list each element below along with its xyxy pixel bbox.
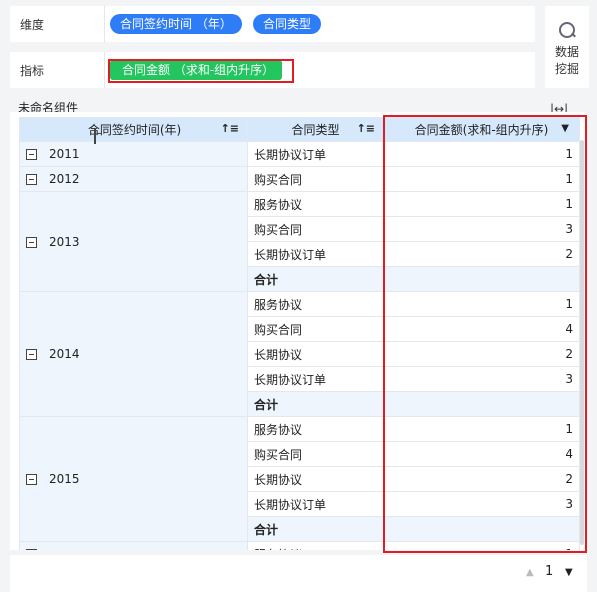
dimension-divider [104, 6, 105, 42]
dimension-pane: 维度 合同签约时间 （年） 合同类型 [10, 6, 535, 42]
contract-type-cell: 服务协议 [247, 541, 384, 550]
year-cell[interactable] [19, 541, 248, 550]
indicator-divider [104, 52, 105, 88]
data-mining-label: 数据挖掘 [545, 44, 589, 78]
page-down-icon[interactable]: ▼ [565, 567, 573, 578]
contract-type-cell: 长期协议订单 [247, 491, 384, 517]
subtotal-label: 合计 [247, 516, 384, 542]
collapse-icon[interactable] [26, 349, 37, 360]
contract-type-cell: 购买合同 [247, 216, 384, 242]
year-cell[interactable]: 2015 [19, 416, 248, 542]
indicator-label: 指标 [20, 64, 45, 78]
amount-column-highlight-box [383, 115, 587, 553]
contract-type-cell: 长期协议订单 [247, 141, 384, 167]
year-label: 2015 [49, 472, 80, 486]
year-label: 2013 [49, 234, 80, 249]
contract-type-cell: 购买合同 [247, 441, 384, 467]
data-mining-button[interactable]: 数据挖掘 [545, 6, 589, 88]
year-label: 2014 [49, 347, 80, 361]
data-mining-label-text: 数据挖掘 [554, 45, 579, 76]
subtotal-label: 合计 [247, 266, 384, 292]
subtotal-label: 合计 [247, 391, 384, 417]
dimension-pill-type[interactable]: 合同类型 [253, 14, 322, 34]
year-cell[interactable]: 2011 [19, 141, 248, 167]
year-label: 2012 [49, 172, 80, 186]
header-year-label: 合同签约时间(年) [87, 123, 182, 137]
header-year[interactable]: 合同签约时间(年) ↑≡ [19, 117, 248, 144]
sort-icon[interactable]: ↑≡ [221, 122, 239, 135]
data-mining-icon [559, 22, 575, 38]
contract-type-cell: 服务协议 [247, 191, 384, 217]
page-up-icon[interactable]: ▲ [526, 567, 534, 578]
header-type-label: 合同类型 [291, 123, 340, 137]
indicator-highlight-box [108, 59, 294, 83]
year-label: 2011 [49, 147, 80, 161]
contract-type-cell: 服务协议 [247, 416, 384, 442]
contract-type-cell: 长期协议 [247, 466, 384, 492]
contract-type-cell: 长期协议 [247, 341, 384, 367]
year-cell[interactable]: 2012 [19, 166, 248, 192]
contract-type-cell: 长期协议订单 [247, 241, 384, 267]
contract-type-cell: 长期协议订单 [247, 366, 384, 392]
year-cell[interactable]: 2014 [19, 291, 248, 417]
pagination-bar: ▲ 1 ▼ [10, 555, 587, 592]
collapse-all-icon[interactable] [93, 128, 96, 144]
contract-type-cell: 服务协议 [247, 291, 384, 317]
collapse-icon[interactable] [26, 549, 37, 550]
vertical-scrollbar[interactable] [580, 140, 584, 545]
contract-type-cell: 购买合同 [247, 166, 384, 192]
contract-type-cell: 购买合同 [247, 316, 384, 342]
collapse-icon[interactable] [26, 149, 37, 160]
header-type[interactable]: 合同类型 ↑≡ [247, 117, 384, 142]
collapse-icon[interactable] [26, 474, 37, 485]
sort-icon[interactable]: ↑≡ [357, 122, 375, 135]
dimension-pill-year[interactable]: 合同签约时间 （年） [110, 14, 242, 34]
page-number: 1 [545, 564, 554, 579]
collapse-icon[interactable] [26, 174, 37, 185]
year-cell[interactable]: 2013 [19, 191, 248, 292]
collapse-icon[interactable] [26, 236, 37, 248]
dimension-label: 维度 [20, 18, 45, 32]
